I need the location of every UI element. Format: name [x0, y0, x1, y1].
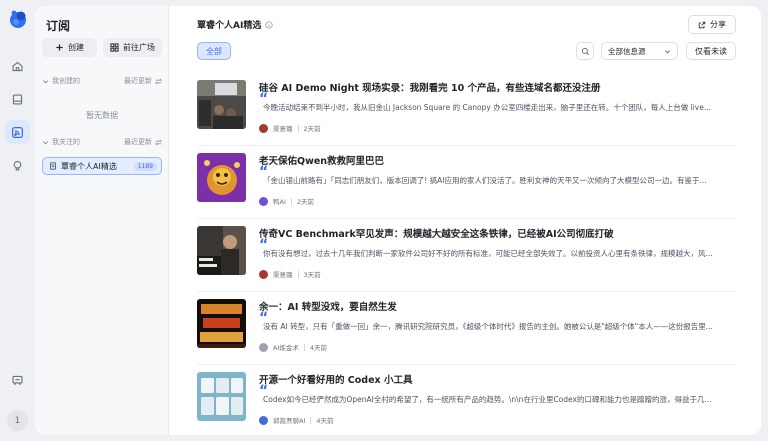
- share-icon: [698, 21, 706, 28]
- plaza-button[interactable]: 前往广场: [103, 38, 162, 57]
- created-sort-label: 最近更新: [124, 77, 152, 85]
- create-button[interactable]: 创建: [42, 38, 97, 57]
- created-empty-text: 暂无数据: [86, 111, 118, 120]
- plaza-label: 前往广场: [123, 43, 155, 52]
- source-avatar-icon: [259, 269, 268, 279]
- source-avatar-icon: [259, 196, 268, 206]
- article-card[interactable]: 硅谷 AI Demo Night 现场实录：我刚看完 10 个产品，有些连域名都…: [197, 80, 737, 146]
- source-avatar-icon: [259, 415, 268, 425]
- article-thumbnail: [197, 226, 246, 275]
- created-sort-toggle[interactable]: 最近更新: [124, 76, 162, 86]
- home-icon[interactable]: [5, 54, 30, 78]
- article-source[interactable]: 郭嵩焘聊AI: [273, 415, 305, 425]
- search-icon: [581, 47, 589, 55]
- feedback-icon[interactable]: [5, 368, 30, 392]
- filter-all-tab[interactable]: 全部: [197, 42, 231, 60]
- article-time: 4天前: [316, 417, 334, 425]
- article-source[interactable]: AI炼金术: [273, 342, 299, 352]
- article-snippet: 今晚活动结束不到半小时，我从旧金山 Jackson Square 的 Canop…: [263, 103, 711, 112]
- unread-only-button[interactable]: 仅看未读: [686, 42, 736, 60]
- article-title[interactable]: 老天保佑Qwen救救阿里巴巴: [259, 153, 735, 167]
- divider: [197, 218, 737, 219]
- nav-rail: 1: [0, 0, 34, 441]
- app-logo[interactable]: [8, 9, 28, 29]
- chevron-down-icon: [664, 49, 671, 53]
- subscription-label: 覃睿个人AI精选: [61, 161, 117, 171]
- main-panel: 覃睿个人AI精选 分享 全部 全部信息源 仅看未读 硅谷 AI Demo Nig…: [169, 6, 761, 435]
- article-card[interactable]: 开源一个好看好用的 Codex 小工具 “ Codex如今已经俨然成为OpenA…: [197, 372, 737, 438]
- article-card[interactable]: 传奇VC Benchmark罕见发声：规模越大越安全这条铁律，已经被AI公司彻底…: [197, 226, 737, 292]
- article-meta: 渠意璐 2天前: [259, 123, 321, 133]
- bulb-icon[interactable]: [5, 153, 30, 177]
- article-snippet: 没有 AI 转型，只有「重做一回」余一，腾讯研究院研究员，《超级个体时代》报告的…: [263, 322, 713, 331]
- article-title[interactable]: 开源一个好看好用的 Codex 小工具: [259, 372, 735, 386]
- page-title-text: 覃睿个人AI精选: [197, 21, 262, 31]
- meta-divider: [297, 124, 299, 132]
- article-meta: AI炼金术 4天前: [259, 342, 327, 352]
- article-source[interactable]: 渠意璐: [273, 269, 293, 279]
- followed-sort-label: 最近更新: [124, 138, 152, 146]
- rss-icon[interactable]: [5, 120, 30, 144]
- article-meta: 郭嵩焘聊AI 4天前: [259, 415, 334, 425]
- avatar-text: 1: [14, 415, 21, 426]
- article-time: 4天前: [309, 344, 328, 352]
- followed-section-header[interactable]: 我关注的 最近更新: [42, 136, 162, 148]
- article-time: 3天前: [303, 271, 321, 279]
- article-card[interactable]: 老天保佑Qwen救救阿里巴巴 “ 「金山银山前路有」「同志们朋友们，版本回调了!…: [197, 153, 737, 219]
- article-time: 2天前: [303, 125, 321, 133]
- followed-section-label: 我关注的: [52, 138, 80, 146]
- article-title[interactable]: 传奇VC Benchmark罕见发声：规模越大越安全这条铁律，已经被AI公司彻底…: [259, 226, 735, 240]
- divider: [197, 364, 737, 365]
- article-snippet: 「金山银山前路有」「同志们朋友们，版本回调了! 搞AI应用的家人们没活了。胜利女…: [263, 176, 707, 185]
- subscription-sidebar: 订阅 创建 前往广场 我创建的 最近更新 暂无数据 我关注的 最近更新 覃睿个人…: [35, 6, 169, 435]
- sort-icon: [155, 139, 162, 145]
- source-select[interactable]: 全部信息源: [601, 42, 678, 60]
- meta-divider: [290, 197, 292, 205]
- article-source[interactable]: 鸭AI: [273, 196, 286, 206]
- article-thumbnail: [197, 299, 246, 348]
- article-source[interactable]: 渠意璐: [273, 123, 293, 133]
- article-snippet: 你有没有想过，过去十几年我们判断一家软件公司好不好的所有标准，可能已经全部失效了…: [263, 249, 713, 258]
- subscription-count-badge: 1189: [133, 161, 157, 171]
- search-button[interactable]: [576, 42, 594, 60]
- article-thumbnail: [197, 372, 246, 421]
- source-avatar-icon: [259, 123, 268, 133]
- article-card[interactable]: 余一：AI 转型没戏，要自然生发 “ 没有 AI 转型，只有「重做一回」余一，腾…: [197, 299, 737, 365]
- meta-divider: [303, 343, 305, 351]
- sort-icon: [155, 78, 162, 84]
- article-title[interactable]: 余一：AI 转型没戏，要自然生发: [259, 299, 735, 313]
- sidebar-item-subscription[interactable]: 覃睿个人AI精选 1189: [42, 157, 162, 175]
- info-icon[interactable]: [265, 20, 273, 29]
- create-label: 创建: [68, 43, 84, 52]
- article-title[interactable]: 硅谷 AI Demo Night 现场实录：我刚看完 10 个产品，有些连域名都…: [259, 80, 735, 94]
- followed-sort-toggle[interactable]: 最近更新: [124, 137, 162, 147]
- article-meta: 鸭AI 2天前: [259, 196, 314, 206]
- chevron-down-icon: [42, 140, 49, 145]
- created-section-label: 我创建的: [52, 77, 80, 85]
- source-avatar-icon: [259, 342, 268, 352]
- divider: [197, 145, 737, 146]
- page-title: 覃睿个人AI精选: [197, 18, 273, 31]
- divider: [197, 291, 737, 292]
- article-snippet: Codex如今已经俨然成为OpenAI全村的希望了，有一统所有产品的趋势。\n\…: [263, 395, 712, 404]
- grid-icon: [110, 43, 119, 52]
- article-time: 2天前: [296, 198, 315, 206]
- library-icon[interactable]: [5, 87, 30, 111]
- avatar[interactable]: 1: [7, 410, 28, 431]
- created-section-header[interactable]: 我创建的 最近更新: [42, 75, 162, 87]
- chevron-down-icon: [42, 79, 49, 84]
- share-button[interactable]: 分享: [688, 15, 736, 34]
- meta-divider: [297, 270, 299, 278]
- article-thumbnail: [197, 80, 246, 129]
- meta-divider: [310, 416, 312, 424]
- sidebar-title: 订阅: [46, 19, 71, 33]
- doc-icon: [50, 162, 56, 170]
- source-select-value: 全部信息源: [608, 46, 646, 56]
- plus-icon: [56, 44, 63, 51]
- article-thumbnail: [197, 153, 246, 202]
- share-label: 分享: [710, 20, 726, 29]
- article-meta: 渠意璐 3天前: [259, 269, 321, 279]
